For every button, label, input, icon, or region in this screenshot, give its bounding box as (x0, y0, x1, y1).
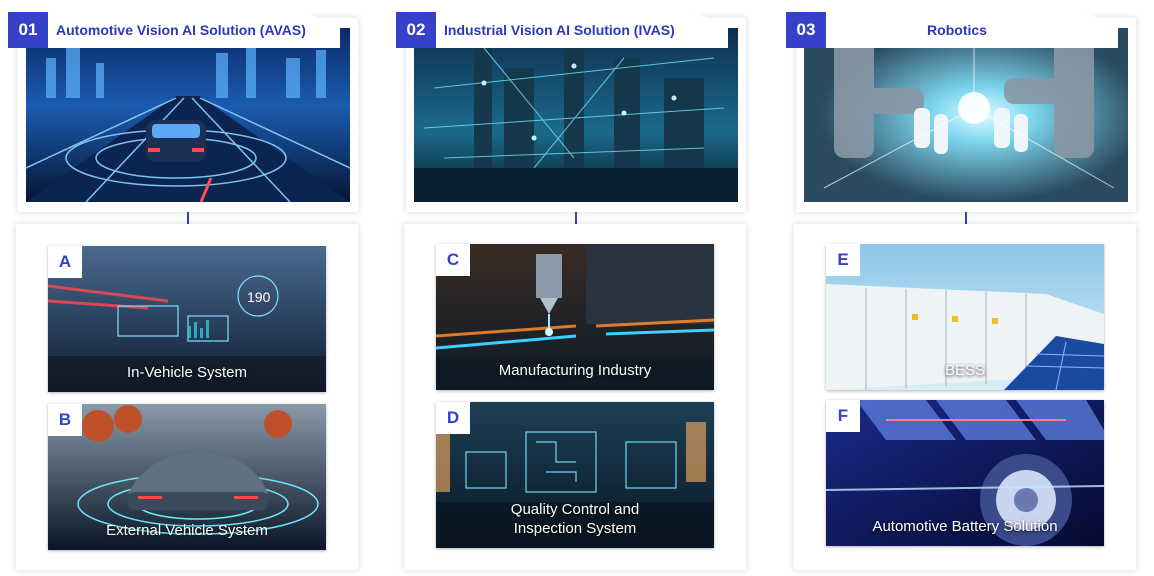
sub-letter: D (436, 402, 470, 434)
ivas-title: Industrial Vision AI Solution (IVAS) (444, 22, 675, 38)
sub-letter: F (826, 400, 860, 432)
smart-road-image (26, 28, 350, 202)
sub-label: In-Vehicle System (126, 364, 248, 381)
column-ivas: 02 Industrial Vision AI Solution (IVAS) (396, 0, 758, 576)
number-badge: 01 (8, 12, 48, 48)
sub-label-two-line: Quality Control and Inspection System (436, 500, 714, 538)
sub-card-quality-control[interactable]: D Quality Control and Inspection System (436, 402, 714, 548)
robotics-title-tab: Robotics (826, 12, 1118, 48)
robotics-sub-card-container: E BESS F Automotive Battery Solution (794, 224, 1136, 570)
solutions-overview: 01 Automotive Vision AI Solution (AVAS) (0, 0, 1154, 576)
sub-letter: A (48, 246, 82, 278)
speed-readout: 190 (247, 289, 271, 305)
robotics-card[interactable]: 03 Robotics (786, 12, 1136, 212)
column-robotics: 03 Robotics E BESS F Automotive Battery … (786, 0, 1148, 576)
robot-arms-image (804, 28, 1128, 202)
ivas-title-tab: Industrial Vision AI Solution (IVAS) (436, 12, 728, 48)
column-avas: 01 Automotive Vision AI Solution (AVAS) (8, 0, 370, 576)
avas-card[interactable]: 01 Automotive Vision AI Solution (AVAS) (8, 12, 358, 212)
number-badge: 03 (786, 12, 826, 48)
sub-card-external-vehicle[interactable]: B External Vehicle System (48, 404, 326, 550)
industrial-plant-image (414, 28, 738, 202)
avas-title: Automotive Vision AI Solution (AVAS) (56, 22, 306, 38)
sub-letter: C (436, 244, 470, 276)
sub-card-in-vehicle[interactable]: A 190 In-Vehicle System (48, 246, 326, 392)
sub-label: BESS (944, 362, 986, 379)
robotics-title: Robotics (927, 22, 987, 38)
ivas-card[interactable]: 02 Industrial Vision AI Solution (IVAS) (396, 12, 746, 212)
sub-label: External Vehicle System (106, 522, 268, 539)
avas-sub-card-container: A 190 In-Vehicle System B External Vehic… (16, 224, 358, 570)
number-badge: 02 (396, 12, 436, 48)
avas-title-tab: Automotive Vision AI Solution (AVAS) (48, 12, 340, 48)
sub-card-automotive-battery[interactable]: F Automotive Battery Solution (826, 400, 1104, 546)
sub-card-bess[interactable]: E BESS (826, 244, 1104, 390)
sub-label-line-2: Inspection System (513, 520, 637, 537)
sub-letter: E (826, 244, 860, 276)
ivas-sub-card-container: C Manufacturing Industry D Quality Contr… (404, 224, 746, 570)
sub-label: Manufacturing Industry (498, 362, 652, 379)
sub-card-manufacturing[interactable]: C Manufacturing Industry (436, 244, 714, 390)
sub-label-line-1: Quality Control and (510, 501, 640, 518)
sub-letter: B (48, 404, 82, 436)
sub-label: Automotive Battery Solution (872, 518, 1058, 535)
